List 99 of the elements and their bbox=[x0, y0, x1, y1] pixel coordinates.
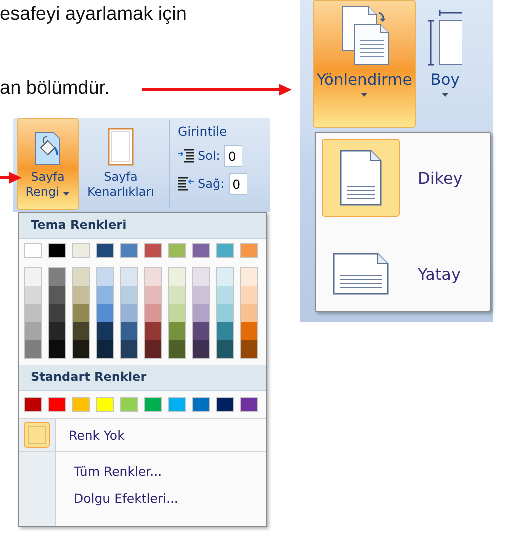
color-swatch[interactable] bbox=[169, 322, 185, 340]
color-swatch[interactable] bbox=[49, 286, 65, 304]
color-swatch[interactable] bbox=[73, 340, 89, 358]
color-swatch[interactable] bbox=[73, 286, 89, 304]
color-swatch[interactable] bbox=[241, 286, 257, 304]
color-swatch[interactable] bbox=[97, 340, 113, 358]
color-swatch[interactable] bbox=[49, 304, 65, 322]
color-swatch[interactable] bbox=[169, 340, 185, 358]
color-swatch[interactable] bbox=[217, 322, 233, 340]
color-swatch[interactable] bbox=[216, 243, 234, 258]
color-swatch[interactable] bbox=[145, 286, 161, 304]
color-swatch[interactable] bbox=[25, 286, 41, 304]
color-swatch[interactable] bbox=[25, 268, 41, 286]
color-swatch[interactable] bbox=[121, 286, 137, 304]
color-swatch[interactable] bbox=[192, 243, 210, 258]
color-swatch[interactable] bbox=[48, 397, 66, 412]
group-title: Girintile bbox=[178, 124, 228, 139]
color-swatch[interactable] bbox=[145, 340, 161, 358]
color-swatch[interactable] bbox=[72, 397, 90, 412]
color-swatch[interactable] bbox=[145, 268, 161, 286]
color-swatch[interactable] bbox=[193, 286, 209, 304]
color-swatch[interactable] bbox=[192, 397, 210, 412]
color-swatch[interactable] bbox=[96, 243, 114, 258]
portrait-page-icon bbox=[339, 149, 383, 207]
color-swatch[interactable] bbox=[216, 397, 234, 412]
color-swatch[interactable] bbox=[241, 340, 257, 358]
size-button[interactable]: Boy bbox=[424, 0, 466, 128]
section-header: Standart Renkler bbox=[19, 365, 266, 391]
paragraph-text: an bölümdür. bbox=[0, 78, 110, 100]
color-swatch[interactable] bbox=[121, 304, 137, 322]
color-swatch[interactable] bbox=[144, 243, 162, 258]
color-swatch[interactable] bbox=[73, 304, 89, 322]
landscape-page-icon bbox=[332, 252, 390, 296]
indent-field[interactable]: 0 bbox=[228, 173, 247, 195]
color-swatch[interactable] bbox=[168, 243, 186, 258]
color-swatch[interactable] bbox=[145, 304, 161, 322]
color-swatch[interactable] bbox=[25, 322, 41, 340]
color-swatch[interactable] bbox=[97, 268, 113, 286]
page-border-icon bbox=[107, 127, 135, 167]
color-swatch[interactable] bbox=[193, 322, 209, 340]
paragraph-text: esafeyi ayarlamak için bbox=[0, 4, 187, 26]
color-swatch[interactable] bbox=[48, 243, 66, 258]
color-swatch[interactable] bbox=[145, 322, 161, 340]
color-swatch[interactable] bbox=[72, 243, 90, 258]
color-swatch[interactable] bbox=[241, 268, 257, 286]
caret-icon bbox=[63, 192, 70, 196]
color-swatch[interactable] bbox=[25, 340, 41, 358]
color-swatch[interactable] bbox=[241, 304, 257, 322]
caret-icon bbox=[442, 93, 449, 97]
page-borders-button[interactable]: Sayfa Kenarlıkları bbox=[79, 118, 163, 210]
color-swatch[interactable] bbox=[217, 268, 233, 286]
color-swatch[interactable] bbox=[217, 340, 233, 358]
indent-right-icon bbox=[178, 177, 194, 191]
color-swatch[interactable] bbox=[24, 397, 42, 412]
color-swatch[interactable] bbox=[121, 322, 137, 340]
color-swatch[interactable] bbox=[240, 397, 258, 412]
color-swatch[interactable] bbox=[121, 340, 137, 358]
menu-item[interactable]: Dikey bbox=[322, 139, 484, 217]
field-label: Sol: bbox=[198, 149, 220, 163]
color-swatch[interactable] bbox=[49, 340, 65, 358]
color-swatch[interactable] bbox=[144, 397, 162, 412]
color-swatch[interactable] bbox=[121, 268, 137, 286]
color-swatch[interactable] bbox=[97, 286, 113, 304]
color-swatch[interactable] bbox=[217, 286, 233, 304]
color-swatch[interactable] bbox=[25, 304, 41, 322]
paint-bucket-page-icon bbox=[34, 131, 62, 167]
color-swatch[interactable] bbox=[240, 243, 258, 258]
color-swatch[interactable] bbox=[97, 304, 113, 322]
color-swatch[interactable] bbox=[169, 286, 185, 304]
section-header: Tema Renkleri bbox=[19, 213, 266, 239]
field-label: Sağ: bbox=[198, 177, 225, 191]
indent-left-icon bbox=[178, 149, 194, 163]
color-swatch[interactable] bbox=[193, 268, 209, 286]
color-swatch[interactable] bbox=[217, 304, 233, 322]
color-swatch[interactable] bbox=[241, 322, 257, 340]
color-swatch[interactable] bbox=[169, 304, 185, 322]
color-swatch[interactable] bbox=[73, 322, 89, 340]
color-swatch[interactable] bbox=[96, 397, 114, 412]
color-swatch[interactable] bbox=[49, 268, 65, 286]
arrow bbox=[0, 172, 22, 184]
menu-item[interactable]: Dolgu Efektleri... bbox=[19, 485, 266, 512]
color-swatch[interactable] bbox=[120, 397, 138, 412]
color-swatch[interactable] bbox=[73, 268, 89, 286]
menu-item[interactable]: Tüm Renkler... bbox=[19, 458, 266, 485]
color-swatch[interactable] bbox=[168, 397, 186, 412]
page-color-button[interactable]: Sayfa Rengi bbox=[17, 118, 79, 210]
caret-icon bbox=[361, 93, 368, 97]
orientation-button[interactable]: Yönlendirme bbox=[313, 0, 416, 128]
indent-field[interactable]: 0 bbox=[224, 145, 242, 167]
color-swatch[interactable] bbox=[97, 322, 113, 340]
color-swatch[interactable] bbox=[193, 304, 209, 322]
color-swatch[interactable] bbox=[24, 243, 42, 258]
menu-item[interactable]: Renk Yok bbox=[19, 419, 266, 452]
color-swatch[interactable] bbox=[120, 243, 138, 258]
color-swatch[interactable] bbox=[193, 340, 209, 358]
page-size-icon bbox=[428, 9, 462, 67]
color-swatch[interactable] bbox=[169, 268, 185, 286]
menu-item[interactable]: Yatay bbox=[322, 235, 484, 313]
color-swatch[interactable] bbox=[49, 322, 65, 340]
